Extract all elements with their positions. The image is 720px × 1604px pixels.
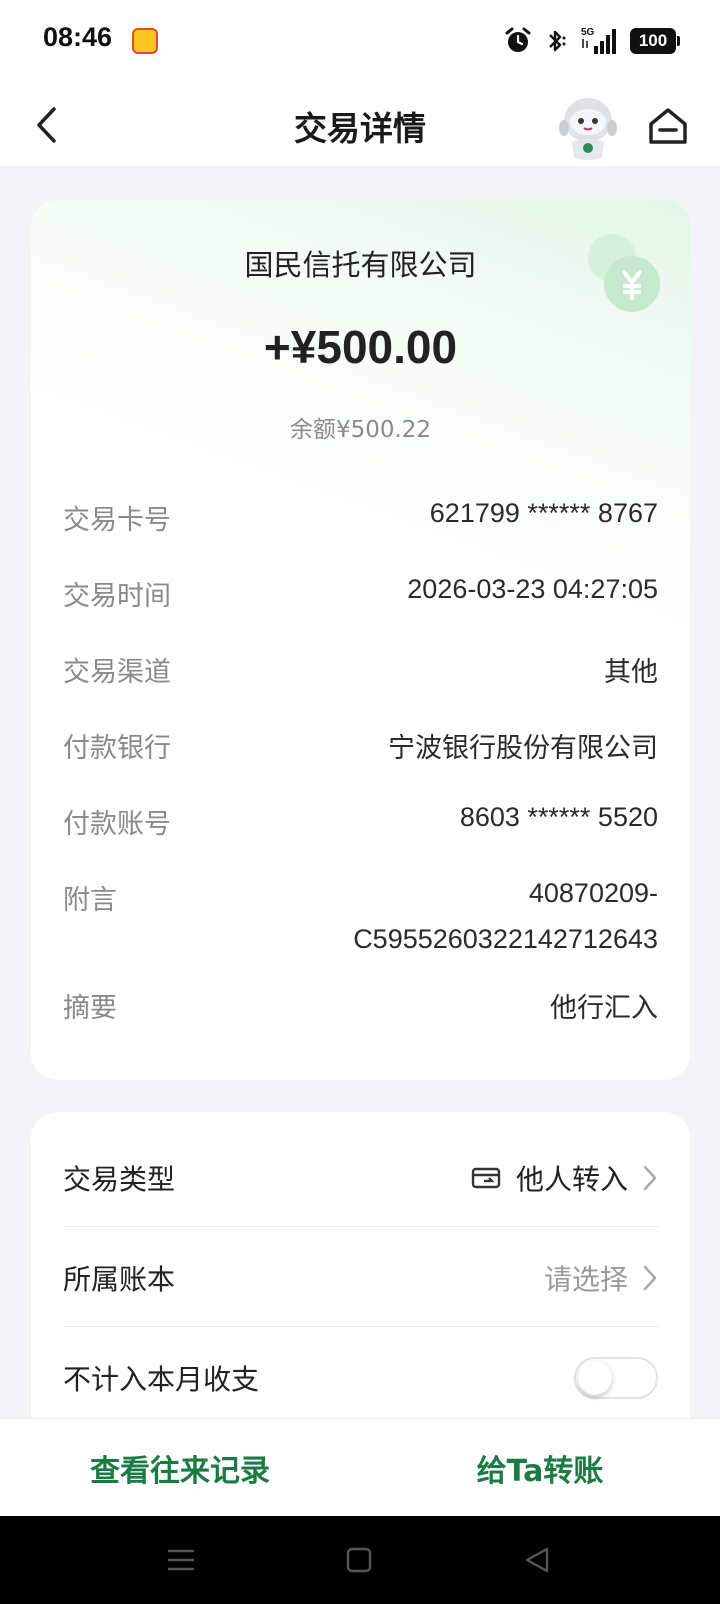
header: 交易详情 [0,84,720,166]
transaction-amount: +¥500.00 [263,321,458,373]
toggle-knob [578,1361,612,1395]
ledger-value-group: 请选择 [544,1258,658,1298]
system-nav-bar [0,1516,720,1604]
detail-label: 付款账号 [63,809,171,840]
chevron-right-icon [643,1165,657,1191]
detail-label: 付款银行 [63,733,171,764]
detail-label: 附言 [63,885,117,916]
status-bar: 08:46 5G 100 [0,0,720,84]
detail-row-channel: 交易渠道 其他 [63,650,658,689]
battery-level: 100 [638,31,668,50]
exclude-month-row: 不计入本月收支 [63,1328,658,1428]
detail-row-memo: 附言 40870209- C5955260322142712643 [63,878,658,962]
view-history-button[interactable]: 查看往来记录 [40,1419,320,1517]
detail-row-payer-account: 付款账号 8603 ****** 5520 [63,802,658,841]
detail-label: 交易卡号 [63,505,171,536]
payee-name: 国民信托有限公司 [244,248,477,282]
detail-label: 交易渠道 [63,657,171,688]
detail-value: 2026-03-23 04:27:05 [407,574,658,604]
ledger-placeholder: 请选择 [543,1263,628,1296]
balance-text: 余额¥500.22 [289,417,432,443]
transaction-card: 国民信托有限公司 +¥500.00 余额¥500.22 交易卡号 621799 … [31,200,690,1080]
exclude-month-label: 不计入本月收支 [63,1363,260,1396]
action-bar: 查看往来记录 给Ta转账 [0,1418,720,1516]
detail-row-card-number: 交易卡号 621799 ****** 8767 [63,498,658,537]
detail-value: 他行汇入 [550,993,658,1024]
detail-row-payer-bank: 付款银行 宁波银行股份有限公司 [63,726,658,765]
transaction-type-value-group: 他人转入 [470,1158,658,1198]
detail-value: 8603 ****** 5520 [459,802,658,832]
home-button[interactable] [646,104,690,148]
detail-value: 宁波银行股份有限公司 [388,733,658,764]
transfer-card-icon [471,1167,501,1189]
battery-icon: 100 [630,28,680,54]
status-time: 08:46 [43,22,113,52]
home-icon [649,108,687,144]
app-badge-icon [132,28,158,54]
bluetooth-icon [549,30,566,52]
svg-text:5G: 5G [581,27,595,38]
ledger-label: 所属账本 [63,1263,176,1296]
detail-value: 40870209- C5955260322142712643 [353,870,658,962]
chevron-right-icon [643,1265,657,1291]
detail-value: 其他 [604,657,658,688]
transaction-type-label: 交易类型 [63,1163,176,1196]
detail-row-summary: 摘要 他行汇入 [63,986,658,1025]
home-nav-icon[interactable] [341,1542,377,1578]
transfer-to-them-button[interactable]: 给Ta转账 [400,1419,680,1517]
menu-icon[interactable] [163,1542,199,1578]
back-nav-icon[interactable] [519,1542,555,1578]
transaction-type-value: 他人转入 [515,1163,628,1196]
ledger-row[interactable]: 所属账本 请选择 [63,1228,658,1328]
options-card: 交易类型 他人转入 所属账本 请选择 不计入本月收支 [31,1112,690,1452]
detail-label: 交易时间 [63,581,171,612]
memo-line-1: 40870209- [528,878,658,908]
alarm-icon [505,27,531,52]
detail-row-time: 交易时间 2026-03-23 04:27:05 [63,574,658,613]
signal-icon: 5G [581,27,616,54]
status-icons: 5G 100 [504,24,680,58]
transaction-type-row[interactable]: 交易类型 他人转入 [63,1128,658,1228]
detail-value: 621799 ****** 8767 [429,498,658,528]
memo-line-2: C5955260322142712643 [353,924,658,954]
exclude-month-toggle[interactable] [574,1357,658,1399]
robot-assistant-icon[interactable] [556,92,620,162]
divider [63,1226,658,1227]
divider [63,1326,658,1327]
detail-label: 摘要 [63,993,117,1024]
